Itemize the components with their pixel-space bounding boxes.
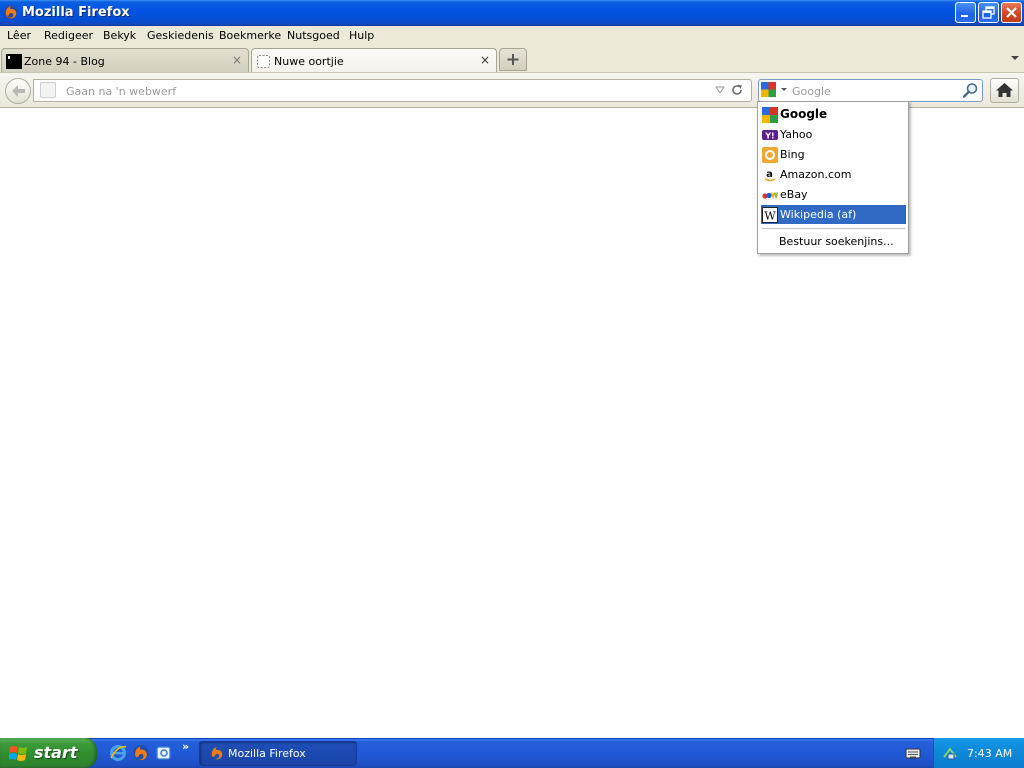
search-engine-selector[interactable] [760, 81, 790, 100]
zone94-favicon [6, 54, 22, 69]
tab-close-icon[interactable]: × [478, 53, 492, 67]
close-icon [1006, 7, 1017, 18]
home-button[interactable] [990, 78, 1019, 103]
popup-separator [762, 228, 905, 229]
taskbar-button-label: Mozilla Firefox [228, 747, 306, 760]
outlook-express-icon[interactable] [155, 744, 173, 762]
engine-label: Wikipedia (af) [780, 208, 857, 221]
menu-bar: Lêer Redigeer Bekyk Geskiedenis Boekmerk… [0, 26, 1024, 46]
firefox-icon[interactable] [132, 744, 150, 762]
engine-item-yahoo[interactable]: Y! Yahoo [761, 125, 906, 144]
system-clock: 7:43 AM [967, 747, 1013, 760]
engine-label: Bing [780, 148, 805, 161]
svg-text:a: a [766, 169, 773, 180]
start-label: start [34, 743, 78, 762]
google-icon [762, 107, 778, 123]
title-bar[interactable]: Mozilla Firefox [0, 0, 1024, 26]
reload-icon[interactable] [730, 83, 744, 97]
tab-close-icon[interactable]: × [230, 53, 244, 67]
engine-label: Yahoo [780, 128, 813, 141]
quick-launch-more[interactable]: » [182, 740, 189, 753]
search-input[interactable] [792, 84, 952, 98]
engine-item-ebay[interactable]: eBay [761, 185, 906, 204]
minimize-button[interactable] [955, 2, 976, 23]
engine-item-wikipedia[interactable]: W Wikipedia (af) [761, 205, 906, 224]
google-icon [761, 82, 787, 97]
blank-page-icon [257, 55, 270, 68]
engine-label: Google [780, 107, 828, 121]
window-title: Mozilla Firefox [22, 5, 130, 20]
taskbar [0, 738, 1024, 768]
back-arrow-icon [12, 85, 25, 97]
firefox-icon [210, 746, 224, 760]
history-dropdown-icon[interactable] [715, 85, 725, 95]
home-icon [996, 83, 1013, 97]
menu-view[interactable]: Bekyk [103, 29, 136, 42]
tab-label: Nuwe oortjie [274, 55, 344, 68]
windows-logo-icon [9, 746, 27, 761]
restore-button[interactable] [978, 2, 999, 23]
firefox-icon [4, 5, 18, 19]
new-tab-button[interactable] [499, 48, 527, 71]
wikipedia-icon: W [762, 207, 778, 223]
tab-label: Zone 94 - Blog [24, 55, 105, 68]
network-connection-icon[interactable] [942, 745, 958, 761]
engine-label: eBay [780, 188, 808, 201]
menu-file[interactable]: Lêer [7, 29, 31, 42]
menu-help[interactable]: Hulp [349, 29, 374, 42]
close-button[interactable] [1001, 2, 1022, 23]
site-identity-icon[interactable] [40, 82, 56, 98]
menu-edit[interactable]: Redigeer [44, 29, 93, 42]
manage-search-engines-item[interactable]: Bestuur soekenjins... [779, 235, 894, 248]
search-engine-popup: Google Y! Yahoo Bing a Amazon.com eBay W… [757, 101, 909, 254]
minimize-icon [961, 15, 968, 17]
amazon-icon: a [762, 167, 778, 183]
url-input[interactable] [66, 84, 706, 98]
svg-text:Y!: Y! [764, 132, 774, 141]
engine-item-amazon[interactable]: a Amazon.com [761, 165, 906, 184]
restore-icon [982, 6, 995, 19]
plus-icon [507, 54, 519, 65]
menu-tools[interactable]: Nutsgoed [287, 29, 340, 42]
engine-item-google[interactable]: Google [761, 105, 906, 124]
tab-new-tab[interactable]: Nuwe oortjie × [251, 48, 497, 73]
svg-text:W: W [764, 210, 776, 223]
internet-explorer-icon[interactable] [109, 744, 127, 762]
engine-item-bing[interactable]: Bing [761, 145, 906, 164]
keyboard-language-icon[interactable] [905, 745, 921, 761]
ebay-icon [762, 192, 778, 200]
menu-bookmarks[interactable]: Boekmerke [219, 29, 281, 42]
tab-list-arrow-icon[interactable] [1010, 54, 1020, 62]
engine-label: Amazon.com [780, 168, 852, 181]
tab-zone94-blog[interactable]: Zone 94 - Blog × [1, 48, 249, 73]
magnifier-icon[interactable] [962, 82, 979, 99]
yahoo-icon: Y! [762, 130, 778, 141]
bing-icon [762, 147, 778, 163]
menu-history[interactable]: Geskiedenis [147, 29, 214, 42]
back-button[interactable] [5, 78, 31, 104]
